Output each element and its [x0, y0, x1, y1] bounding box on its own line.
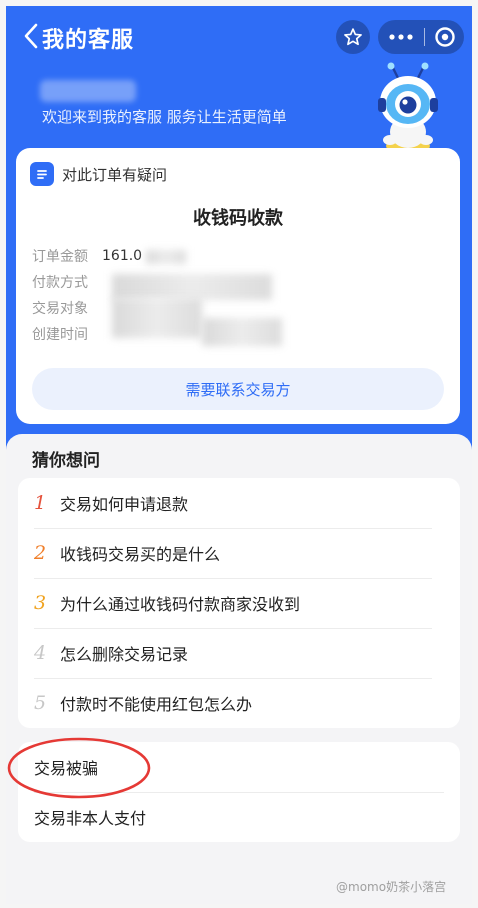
- faq-text: 怎么删除交易记录: [60, 645, 189, 664]
- order-row-label: 交易对象: [32, 301, 88, 317]
- redacted-blur: [146, 250, 186, 264]
- order-card: 对此订单有疑问 收钱码收款 订单金额 161.0 付款方式 交易对象 创建时间 …: [16, 148, 460, 424]
- contact-counterparty-button[interactable]: 需要联系交易方: [32, 368, 444, 410]
- faq-number: 1: [34, 492, 47, 514]
- faq-text: 交易如何申请退款: [60, 495, 189, 514]
- chevron-left-icon: [24, 23, 38, 49]
- redacted-blur: [112, 298, 202, 338]
- greeting-name-blurred: [40, 80, 136, 102]
- order-amount-value: 161.0: [102, 248, 143, 264]
- star-icon: [344, 28, 362, 46]
- greeting-subtitle: 欢迎来到我的客服 服务让生活更简单: [42, 108, 287, 126]
- favorite-button[interactable]: [336, 20, 370, 54]
- order-question-header: 对此订单有疑问: [30, 162, 167, 186]
- back-button[interactable]: [18, 20, 44, 52]
- order-row-amount: 订单金额 161.0: [32, 246, 142, 266]
- redacted-blur: [112, 274, 272, 300]
- order-question-label: 对此订单有疑问: [62, 165, 168, 184]
- document-icon: [30, 162, 54, 186]
- faq-item[interactable]: 2 收钱码交易买的是什么: [34, 528, 432, 579]
- faq-item[interactable]: 3 为什么通过收钱码付款商家没收到: [34, 578, 432, 629]
- order-row-label: 付款方式: [32, 275, 88, 291]
- top-bar: 我的客服: [6, 6, 472, 68]
- order-row-label: 创建时间: [32, 327, 88, 343]
- faq-number: 2: [34, 542, 47, 564]
- scam-item-unauthorized-payment[interactable]: 交易非本人支付: [34, 792, 444, 842]
- app-frame: 我的客服 欢迎来到我的客服 服务让生活更简单 对此订单有疑问 收钱码收款 订单金…: [6, 6, 472, 904]
- redacted-blur: [202, 318, 282, 346]
- target-circle-icon: [434, 27, 455, 47]
- guess-section-title: 猜你想问: [32, 451, 100, 471]
- order-row-counterparty: 交易对象: [32, 298, 88, 318]
- faq-number: 5: [34, 692, 47, 714]
- faq-text: 付款时不能使用红包怎么办: [60, 695, 253, 714]
- page-title: 我的客服: [42, 28, 135, 53]
- scam-topics-list: 交易被骗 交易非本人支付: [18, 742, 460, 842]
- faq-item[interactable]: 4 怎么删除交易记录: [34, 628, 432, 679]
- order-title: 收钱码收款: [193, 208, 283, 229]
- order-row-created-time: 创建时间: [32, 324, 88, 344]
- order-row-payment-method: 付款方式: [32, 272, 88, 292]
- order-row-label: 订单金额: [32, 249, 88, 265]
- faq-list: 1 交易如何申请退款 2 收钱码交易买的是什么 3 为什么通过收钱码付款商家没收…: [18, 478, 460, 728]
- watermark-text: @momo奶茶小落宫: [336, 880, 447, 894]
- robot-mascot-icon: [378, 62, 438, 154]
- mini-program-capsule: [378, 20, 464, 54]
- more-dots-icon: [389, 34, 413, 40]
- close-miniapp-button[interactable]: [425, 20, 464, 54]
- faq-text: 为什么通过收钱码付款商家没收到: [60, 595, 301, 614]
- scam-item-defrauded[interactable]: 交易被骗: [34, 742, 444, 793]
- faq-item[interactable]: 1 交易如何申请退款: [34, 478, 432, 529]
- faq-item[interactable]: 5 付款时不能使用红包怎么办: [34, 678, 432, 728]
- faq-number: 3: [34, 592, 47, 614]
- faq-number: 4: [34, 642, 47, 664]
- faq-text: 收钱码交易买的是什么: [60, 545, 221, 564]
- more-button[interactable]: [378, 20, 424, 54]
